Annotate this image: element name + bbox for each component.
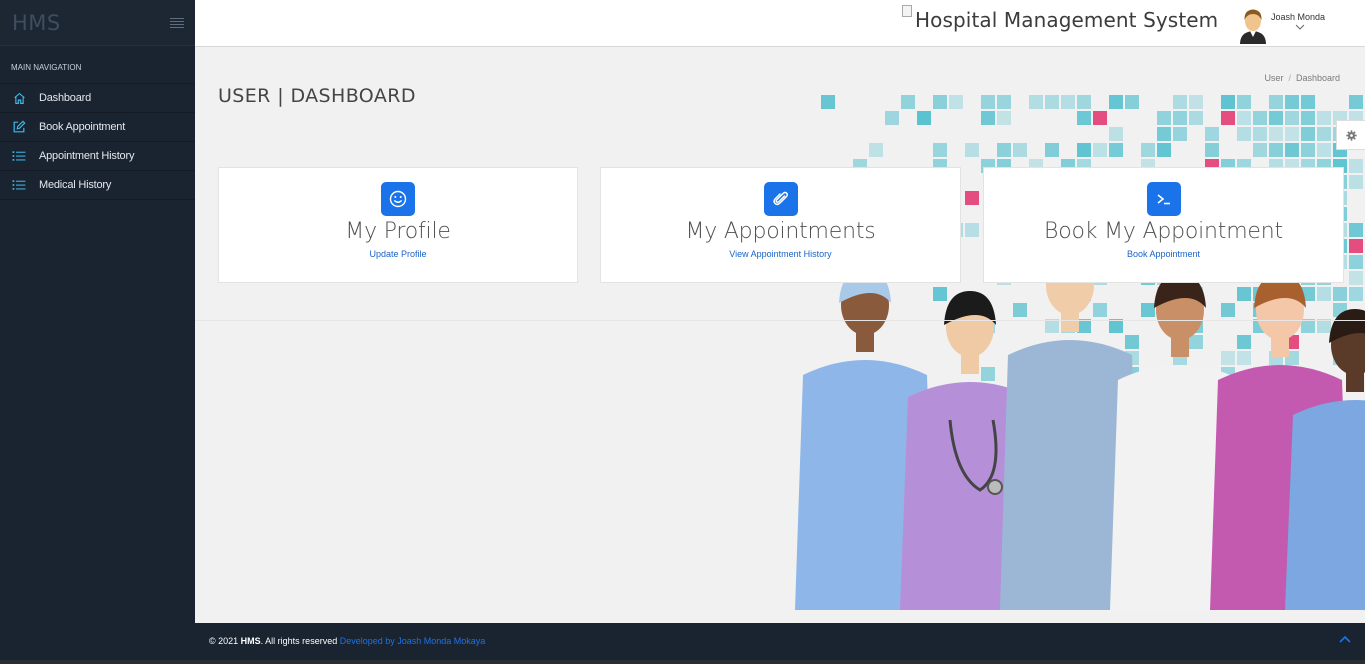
card-my-profile: My Profile Update Profile — [218, 167, 578, 283]
scroll-to-top-icon[interactable] — [1339, 635, 1351, 643]
view-appointment-history-link[interactable]: View Appointment History — [729, 249, 831, 259]
list-icon — [11, 148, 27, 164]
sidebar-item-dashboard[interactable]: Dashboard — [0, 84, 195, 113]
breadcrumb-current: Dashboard — [1295, 73, 1340, 83]
footer-brand: HMS — [240, 636, 261, 646]
page-title: USER | DASHBOARD — [218, 85, 416, 107]
settings-toggle[interactable] — [1336, 120, 1365, 150]
sidebar-item-book-appointment[interactable]: Book Appointment — [0, 113, 195, 142]
footer: © 2021 HMS. All rights reserved Develope… — [195, 623, 1365, 664]
brand-bar: HMS — [0, 0, 195, 46]
window-bottom-strip — [0, 660, 1365, 664]
chevron-down-icon[interactable] — [1295, 24, 1305, 30]
sidebar-item-appointment-history[interactable]: Appointment History — [0, 142, 195, 171]
sidebar-item-medical-history[interactable]: Medical History — [0, 171, 195, 200]
footer-copyright: © 2021 HMS. All rights reserved Develope… — [209, 636, 486, 646]
user-avatar[interactable] — [1238, 6, 1268, 44]
terminal-icon — [1146, 182, 1181, 216]
menu-toggle-icon[interactable] — [170, 17, 184, 28]
sidebar-item-label: Dashboard — [39, 92, 92, 104]
breadcrumb: User / Dashboard — [1264, 73, 1340, 83]
user-name[interactable]: Joash Monda — [1271, 12, 1325, 22]
site-title: Hospital Management System — [902, 3, 1218, 32]
list-icon — [11, 177, 27, 193]
card-book-appointment: Book My Appointment Book Appointment — [983, 167, 1344, 283]
top-header: Hospital Management System Joash Monda — [195, 0, 1365, 47]
sidebar-item-label: Book Appointment — [39, 121, 126, 133]
card-title: My Appointments — [685, 219, 876, 244]
pencil-square-icon — [11, 119, 27, 135]
card-my-appointments: My Appointments View Appointment History — [600, 167, 961, 283]
developer-link[interactable]: Developed by Joash Monda Mokaya — [340, 636, 486, 646]
paperclip-icon — [763, 182, 798, 216]
card-title: Book My Appointment — [1044, 219, 1283, 244]
update-profile-link[interactable]: Update Profile — [369, 249, 426, 259]
brand-logo[interactable]: HMS — [12, 11, 61, 35]
gear-icon — [1345, 129, 1357, 141]
home-icon — [11, 90, 27, 106]
card-title: My Profile — [345, 219, 451, 244]
content-divider — [195, 320, 1365, 321]
breadcrumb-user[interactable]: User — [1264, 73, 1283, 83]
sidebar-item-label: Appointment History — [39, 150, 135, 162]
book-appointment-link[interactable]: Book Appointment — [1127, 249, 1200, 259]
broken-image-icon — [902, 5, 912, 17]
site-title-text: Hospital Management System — [915, 8, 1219, 32]
sidebar: HMS MAIN NAVIGATION Dashboard Book Appoi… — [0, 0, 195, 664]
nav-section-title: MAIN NAVIGATION — [0, 46, 195, 84]
sidebar-item-label: Medical History — [39, 179, 112, 191]
smile-icon — [381, 182, 415, 216]
